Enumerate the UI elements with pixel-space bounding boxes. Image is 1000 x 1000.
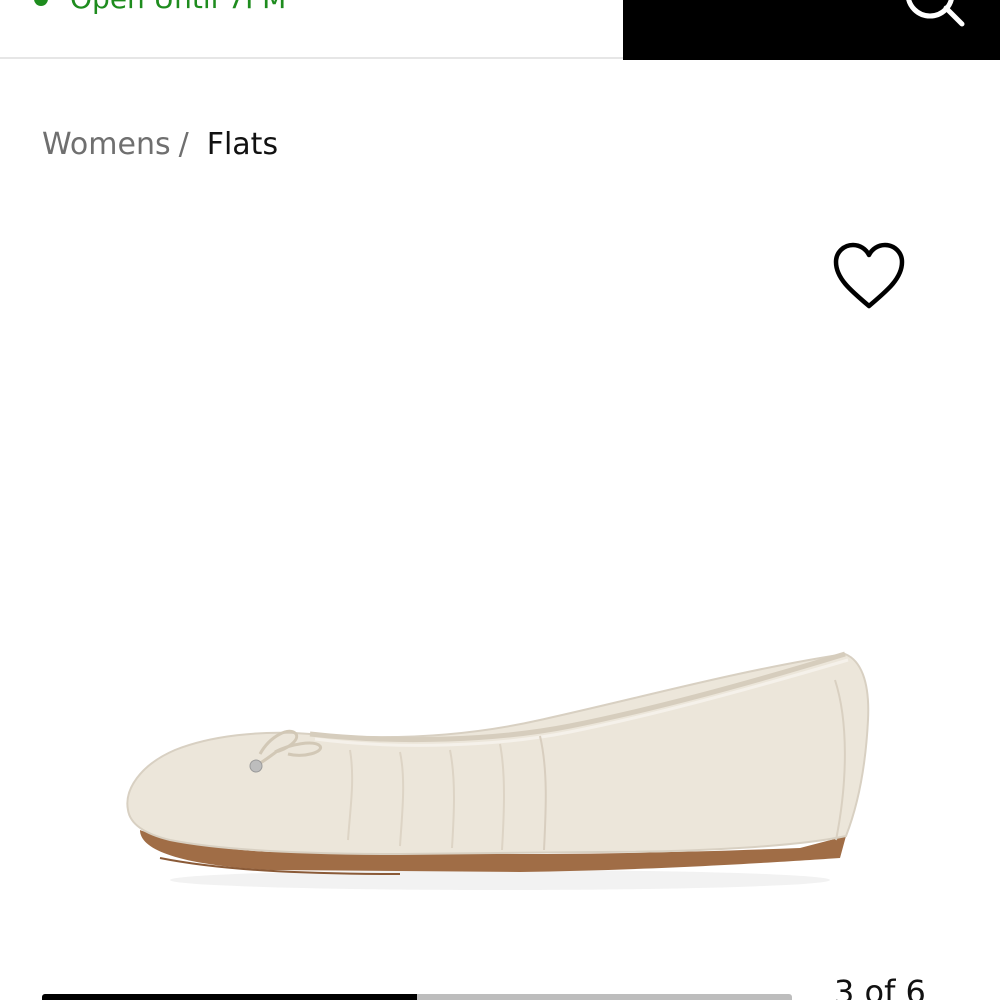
product-page: Open Until 7PM Womens / Flats [0, 0, 1000, 1000]
search-icon[interactable] [900, 0, 970, 28]
status-dot-icon [34, 0, 48, 6]
heart-outline-icon[interactable] [830, 240, 908, 312]
top-header: Open Until 7PM [0, 0, 1000, 60]
product-image[interactable] [100, 640, 880, 900]
breadcrumb-current: Flats [206, 126, 279, 162]
store-status-bar[interactable]: Open Until 7PM [0, 0, 623, 59]
breadcrumb: Womens / Flats [42, 122, 278, 166]
gallery-progress-fill [42, 994, 417, 1000]
gallery-progress-bar [42, 994, 792, 1000]
breadcrumb-separator: / [178, 126, 189, 162]
gallery-counter: 3 of 6 [834, 973, 926, 1000]
breadcrumb-womens-link[interactable]: Womens [42, 127, 171, 162]
store-hours-text: Open Until 7PM [70, 0, 286, 14]
